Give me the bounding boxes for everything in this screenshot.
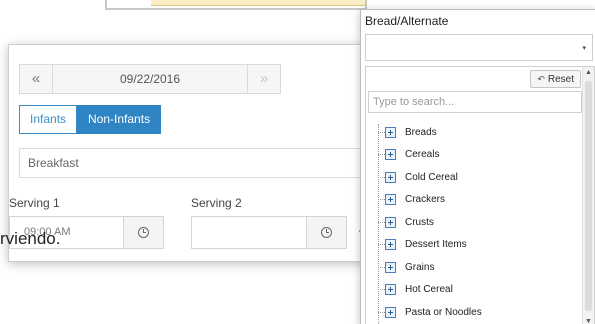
list-scrollbar[interactable]: ▲ ▼	[582, 67, 594, 324]
bread-alternate-dropdown: Bread/Alternate ▾ ↶ Reset Type to search.…	[360, 9, 595, 324]
tree-item-label: Crackers	[405, 193, 446, 205]
expand-plus-icon[interactable]	[385, 306, 396, 318]
overflow-caption: rviendo.	[0, 229, 61, 248]
tree-item[interactable]: Crackers	[378, 191, 445, 207]
bread-alternate-select[interactable]: ▾	[365, 34, 593, 61]
expand-plus-icon[interactable]	[385, 193, 396, 205]
scrollbar-thumb[interactable]	[585, 81, 592, 311]
tree-item-label: Dessert Items	[405, 238, 467, 250]
tree-item[interactable]: Grains	[378, 259, 434, 275]
tree-connector-dash	[378, 288, 385, 290]
serving-2-time-input[interactable]	[191, 216, 347, 249]
expand-plus-icon[interactable]	[385, 126, 396, 138]
tree-item[interactable]: Crusts	[378, 214, 434, 230]
next-date-button[interactable]: »	[247, 64, 281, 94]
tree-item[interactable]: Dessert Items	[378, 236, 467, 252]
tree-item-label: Cold Cereal	[405, 171, 458, 183]
tree-connector-dash	[378, 131, 385, 133]
dropdown-list-panel: ↶ Reset Type to search... Breads Cereals Co…	[365, 66, 595, 324]
age-group-toggle: Infants Non-Infants	[19, 105, 162, 134]
tree-connector-dash	[378, 266, 385, 268]
scroll-down-icon[interactable]: ▼	[585, 318, 592, 324]
tree-item[interactable]: Hot Cereal	[378, 281, 453, 297]
tree-connector-dash	[378, 311, 385, 313]
serving-1-label: Serving 1	[9, 196, 60, 210]
expand-plus-icon[interactable]	[385, 283, 396, 295]
tree-item-label: Breads	[405, 126, 437, 138]
tree-item-label: Cereals	[405, 148, 440, 160]
tree-connector-dash	[378, 198, 385, 200]
prev-date-button[interactable]: «	[19, 64, 53, 94]
date-display[interactable]: 09/22/2016	[53, 64, 247, 94]
expand-plus-icon[interactable]	[385, 238, 396, 250]
tree-item-label: Pasta or Noodles	[405, 306, 482, 318]
expand-plus-icon[interactable]	[385, 261, 396, 273]
tree-item[interactable]: Cold Cereal	[378, 169, 458, 185]
serving-2-clock-button[interactable]	[306, 217, 346, 248]
tree-connector-dash	[378, 153, 385, 155]
tree-item[interactable]: Pasta or Noodles	[378, 304, 482, 320]
clock-icon	[138, 227, 149, 238]
expand-plus-icon[interactable]	[385, 171, 396, 183]
expand-plus-icon[interactable]	[385, 216, 396, 228]
dropdown-title: Bread/Alternate	[365, 14, 449, 28]
reset-label: Reset	[547, 74, 574, 85]
expand-plus-icon[interactable]	[385, 148, 396, 160]
infants-tab[interactable]: Infants	[19, 105, 78, 134]
clock-icon	[321, 227, 332, 238]
serving-2-label: Serving 2	[191, 196, 242, 210]
tree-item-label: Grains	[405, 261, 435, 273]
reset-button[interactable]: ↶ Reset	[530, 70, 581, 88]
caret-down-icon: ▾	[582, 45, 586, 52]
reset-icon: ↶	[537, 74, 545, 84]
top-partial-box	[105, 0, 367, 10]
serving-1-clock-button[interactable]	[123, 217, 163, 248]
search-input[interactable]: Type to search...	[368, 91, 582, 113]
tree-item-label: Hot Cereal	[405, 283, 453, 295]
non-infants-tab[interactable]: Non-Infants	[77, 105, 162, 134]
top-highlight-field	[151, 0, 365, 6]
tree-item[interactable]: Cereals	[378, 146, 439, 162]
tree-connector-dash	[378, 243, 385, 245]
scroll-up-icon[interactable]: ▲	[585, 69, 592, 76]
tree-connector-dash	[378, 221, 385, 223]
tree-connector-dash	[378, 176, 385, 178]
meal-select[interactable]: Breakfast	[19, 148, 369, 178]
meal-panel: « 09/22/2016 » Infants Non-Infants Break…	[8, 44, 369, 262]
tree-item[interactable]: Breads	[378, 124, 437, 140]
tree-item-label: Crusts	[405, 216, 434, 228]
